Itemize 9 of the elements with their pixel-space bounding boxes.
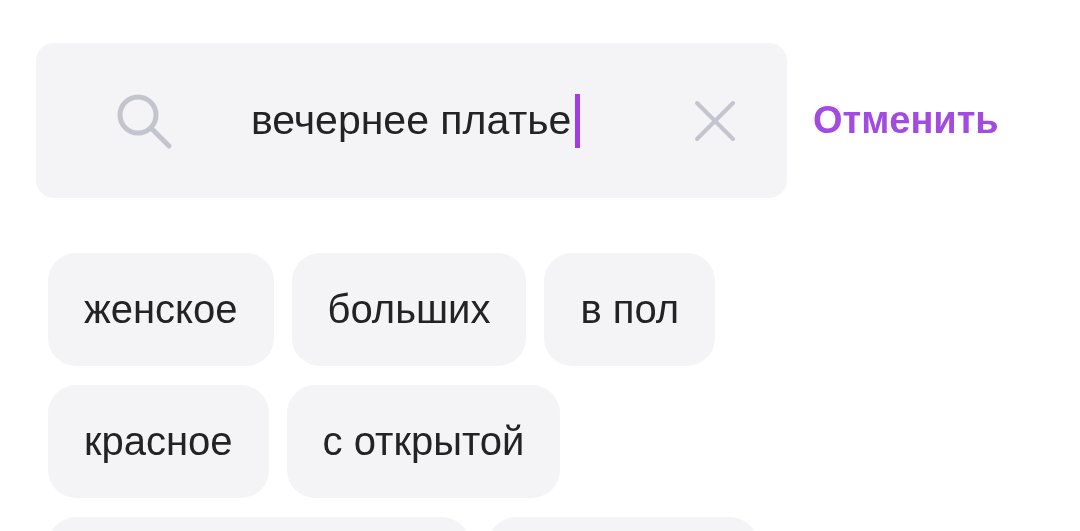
suggestion-chip[interactable]: больших (291, 253, 527, 366)
cancel-button[interactable]: Отменить (813, 99, 999, 142)
suggestion-chip[interactable]: в пол (544, 253, 716, 366)
close-icon[interactable] (693, 98, 737, 143)
suggestion-chip[interactable]: женское (48, 253, 274, 366)
suggestion-chip[interactable]: красное (48, 385, 269, 498)
search-field[interactable]: вечернее платье (36, 43, 787, 198)
suggestion-chip[interactable]: с открытой (286, 385, 561, 498)
search-text: вечернее платье (251, 97, 572, 144)
